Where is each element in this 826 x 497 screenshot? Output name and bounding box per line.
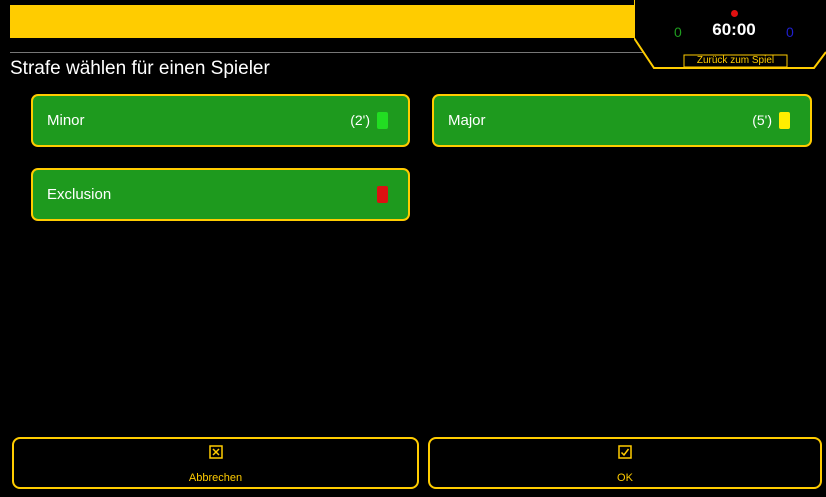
minor-penalty-button[interactable]: Minor (2') xyxy=(31,94,410,147)
penalty-label: Major xyxy=(448,112,486,129)
ok-button[interactable]: OK xyxy=(428,437,822,489)
scoreboard: 0 60:00 0 Zurück zum Spiel xyxy=(634,0,826,72)
green-card-icon xyxy=(377,112,388,129)
exclusion-penalty-button[interactable]: Exclusion xyxy=(31,168,410,221)
live-indicator-dot xyxy=(731,10,738,17)
major-penalty-button[interactable]: Major (5') xyxy=(432,94,812,147)
check-box-icon xyxy=(618,445,632,459)
red-card-icon xyxy=(377,186,388,203)
cancel-button[interactable]: Abbrechen xyxy=(12,437,419,489)
x-box-icon xyxy=(208,445,223,459)
penalty-duration: (5') xyxy=(752,112,772,128)
game-clock: 60:00 xyxy=(712,20,756,39)
ok-label: OK xyxy=(617,472,633,484)
back-to-game-button[interactable]: Zurück zum Spiel xyxy=(684,55,787,67)
yellow-card-icon xyxy=(779,112,790,129)
away-score: 0 xyxy=(786,24,794,40)
page-title: Strafe wählen für einen Spieler xyxy=(10,58,270,79)
penalty-duration: (2') xyxy=(350,112,370,128)
penalty-label: Minor xyxy=(47,112,85,129)
header-divider xyxy=(10,52,658,53)
cancel-label: Abbrechen xyxy=(188,472,243,484)
penalty-label: Exclusion xyxy=(47,186,112,203)
home-score: 0 xyxy=(674,24,682,40)
top-accent-bar xyxy=(10,5,634,38)
